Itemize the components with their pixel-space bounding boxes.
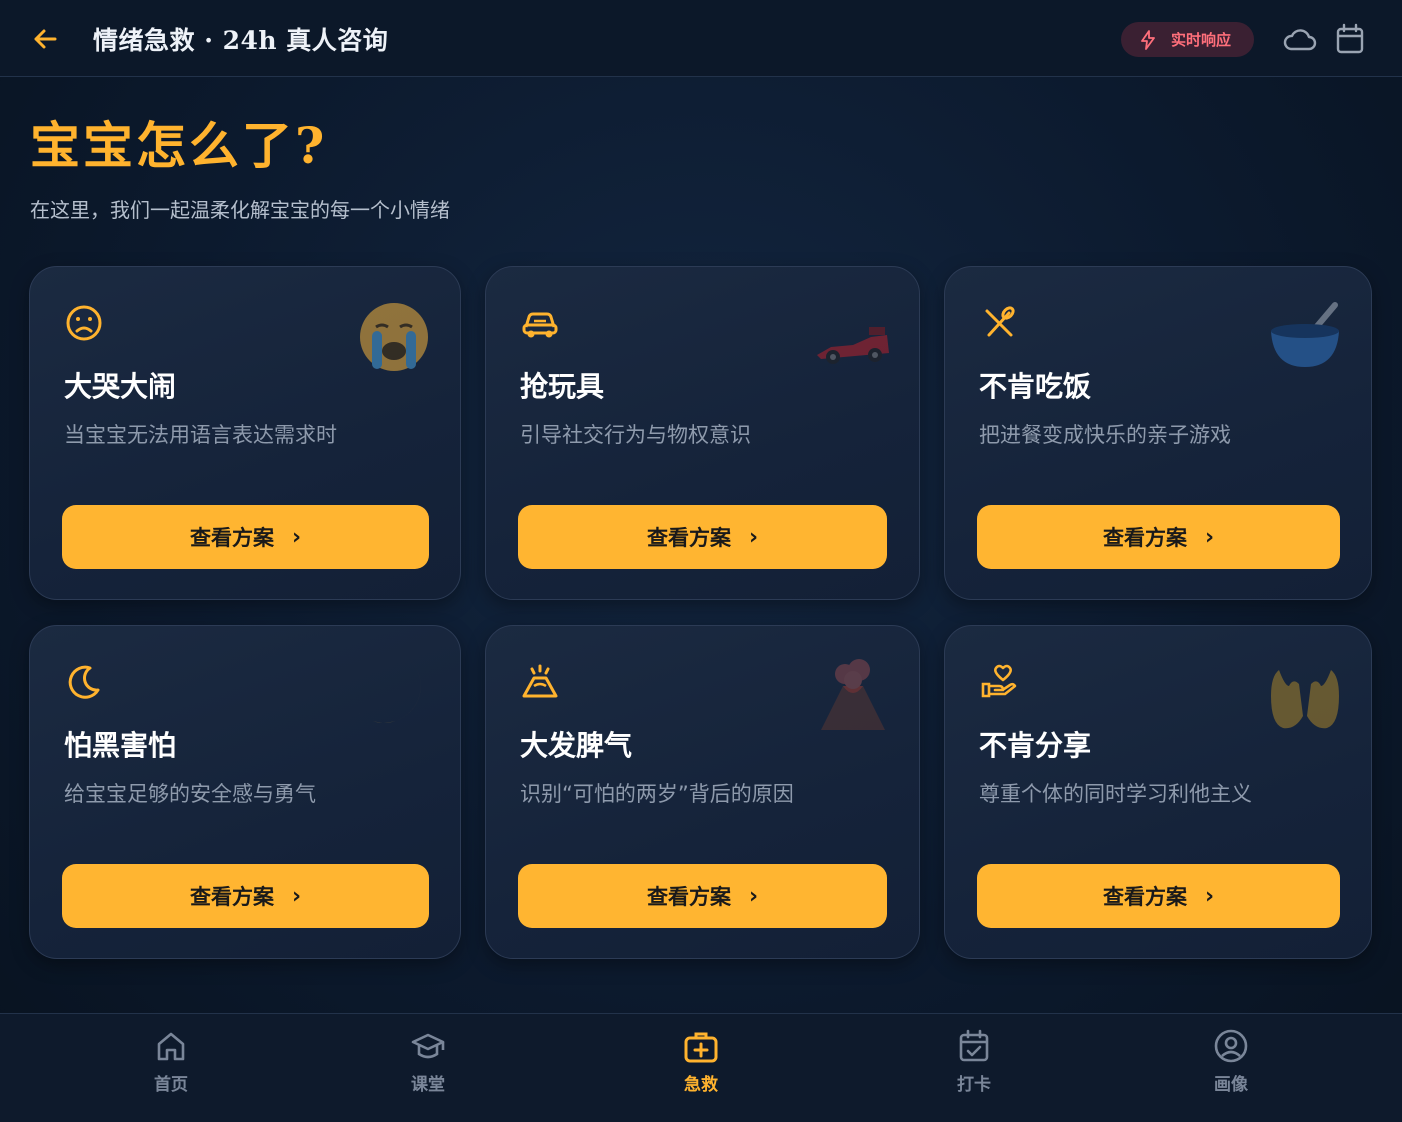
view-plan-label: 查看方案 bbox=[1102, 526, 1187, 550]
view-plan-button[interactable]: 查看方案 › bbox=[977, 864, 1340, 928]
view-plan-label: 查看方案 bbox=[189, 526, 274, 550]
view-plan-button[interactable]: 查看方案 › bbox=[518, 864, 887, 928]
sad-face-icon bbox=[66, 305, 102, 341]
live-response-badge[interactable]: 实时响应 bbox=[1121, 22, 1254, 57]
nav-item-check-in[interactable]: 打卡 bbox=[924, 1028, 1024, 1108]
chevron-right-icon: › bbox=[1204, 883, 1215, 909]
calendar-icon[interactable] bbox=[1334, 22, 1366, 56]
first-aid-kit-icon bbox=[684, 1032, 718, 1063]
card-grabbing-toys[interactable]: 抢玩具 引导社交行为与物权意识 查看方案 › bbox=[485, 266, 920, 600]
race-car-emoji bbox=[817, 327, 889, 364]
card-description: 识别“可怕的两岁”背后的原因 bbox=[520, 782, 794, 806]
card-afraid-of-dark[interactable]: 怕黑害怕 给宝宝足够的安全感与勇气 查看方案 › bbox=[29, 625, 461, 959]
view-plan-label: 查看方案 bbox=[1102, 885, 1187, 909]
open-hands-emoji bbox=[1271, 670, 1339, 729]
nav-label: 打卡 bbox=[957, 1075, 991, 1095]
nav-item-classroom[interactable]: 课堂 bbox=[378, 1028, 478, 1108]
view-plan-button[interactable]: 查看方案 › bbox=[518, 505, 887, 569]
chevron-right-icon: › bbox=[291, 524, 302, 550]
card-title: 不肯吃饭 bbox=[979, 370, 1092, 403]
view-plan-label: 查看方案 bbox=[646, 885, 731, 909]
chevron-right-icon: › bbox=[748, 524, 759, 550]
view-plan-button[interactable]: 查看方案 › bbox=[62, 505, 429, 569]
back-arrow-icon[interactable] bbox=[30, 24, 60, 54]
card-description: 引导社交行为与物权意识 bbox=[520, 423, 751, 447]
card-tantrum[interactable]: 大发脾气 识别“可怕的两岁”背后的原因 查看方案 › bbox=[485, 625, 920, 959]
chevron-right-icon: › bbox=[291, 883, 302, 909]
card-title: 抢玩具 bbox=[520, 370, 605, 403]
card-description: 尊重个体的同时学习利他主义 bbox=[979, 782, 1252, 806]
utensils-icon bbox=[985, 306, 1015, 337]
live-badge-label: 实时响应 bbox=[1171, 31, 1232, 49]
volcano-emoji bbox=[821, 659, 885, 730]
moon-icon bbox=[68, 665, 100, 699]
card-title: 不肯分享 bbox=[979, 729, 1092, 762]
volcano-icon bbox=[522, 664, 558, 698]
page-title: 宝宝怎么了? bbox=[30, 116, 328, 175]
view-plan-button[interactable]: 查看方案 › bbox=[977, 505, 1340, 569]
nav-label: 首页 bbox=[154, 1075, 188, 1095]
calendar-check-icon bbox=[959, 1029, 989, 1062]
card-crying[interactable]: 大哭大闹 当宝宝无法用语言表达需求时 查看方案 › bbox=[29, 266, 461, 600]
card-description: 给宝宝足够的安全感与勇气 bbox=[64, 782, 316, 806]
card-title: 大发脾气 bbox=[520, 729, 633, 762]
header-title: 情绪急救 · 24h 真人咨询 bbox=[93, 26, 389, 55]
lightning-icon bbox=[1141, 29, 1155, 50]
app-root: 情绪急救 · 24h 真人咨询 实时响应 宝宝怎么了? 在这里，我们一起温柔化解… bbox=[0, 0, 1402, 1122]
chevron-right-icon: › bbox=[1204, 524, 1215, 550]
toy-car-icon bbox=[522, 312, 558, 338]
card-title: 大哭大闹 bbox=[64, 370, 177, 403]
page-subtitle: 在这里，我们一起温柔化解宝宝的每一个小情绪 bbox=[30, 198, 450, 222]
graduation-cap-icon bbox=[411, 1033, 445, 1059]
card-title: 怕黑害怕 bbox=[64, 729, 177, 762]
bottom-nav: 首页 课堂 急救 打卡 画像 bbox=[0, 1013, 1402, 1122]
view-plan-label: 查看方案 bbox=[646, 526, 731, 550]
cloud-icon[interactable] bbox=[1282, 24, 1318, 56]
user-circle-icon bbox=[1214, 1029, 1248, 1063]
card-refusing-to-share[interactable]: 不肯分享 尊重个体的同时学习利他主义 查看方案 › bbox=[944, 625, 1372, 959]
nav-item-first-aid[interactable]: 急救 bbox=[651, 1028, 751, 1108]
nav-item-home[interactable]: 首页 bbox=[121, 1028, 221, 1108]
nav-item-profile[interactable]: 画像 bbox=[1181, 1028, 1281, 1108]
chevron-right-icon: › bbox=[748, 883, 759, 909]
crying-face-emoji bbox=[360, 303, 428, 371]
card-refusing-food[interactable]: 不肯吃饭 把进餐变成快乐的亲子游戏 查看方案 › bbox=[944, 266, 1372, 600]
view-plan-label: 查看方案 bbox=[189, 885, 274, 909]
crescent-moon-emoji bbox=[358, 660, 421, 723]
view-plan-button[interactable]: 查看方案 › bbox=[62, 864, 429, 928]
home-icon bbox=[157, 1032, 185, 1061]
nav-label: 课堂 bbox=[411, 1075, 445, 1095]
nav-label: 急救 bbox=[684, 1075, 718, 1095]
bowl-emoji bbox=[1271, 302, 1339, 367]
nav-label: 画像 bbox=[1214, 1075, 1248, 1095]
card-description: 当宝宝无法用语言表达需求时 bbox=[64, 423, 337, 447]
card-description: 把进餐变成快乐的亲子游戏 bbox=[979, 423, 1231, 447]
top-bar: 情绪急救 · 24h 真人咨询 实时响应 bbox=[0, 0, 1402, 77]
hand-heart-icon bbox=[981, 664, 1017, 698]
